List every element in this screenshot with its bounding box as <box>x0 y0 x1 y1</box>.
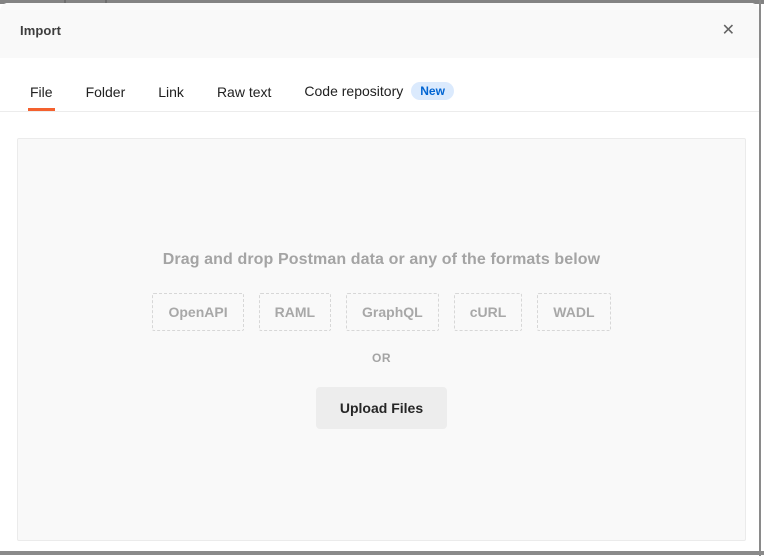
tab-raw-text-label: Raw text <box>217 84 271 100</box>
tab-link-label: Link <box>158 84 184 100</box>
tab-code-repository[interactable]: Code repository New <box>302 82 456 111</box>
tab-file-label: File <box>30 84 53 100</box>
format-chip-raml: RAML <box>259 293 331 331</box>
format-chip-openapi: OpenAPI <box>152 293 243 331</box>
tab-raw-text[interactable]: Raw text <box>215 84 273 111</box>
dialog-title: Import <box>20 23 61 38</box>
upload-files-button[interactable]: Upload Files <box>316 387 447 429</box>
format-chip-graphql: GraphQL <box>346 293 439 331</box>
import-dialog: Import ✕ File Folder Link Raw text Code … <box>0 3 759 551</box>
tab-link[interactable]: Link <box>156 84 186 111</box>
format-chip-row: OpenAPI RAML GraphQL cURL WADL <box>152 293 610 331</box>
file-dropzone[interactable]: Drag and drop Postman data or any of the… <box>17 138 746 541</box>
new-badge: New <box>411 82 454 100</box>
or-separator-label: OR <box>372 351 391 365</box>
background-window-right-edge <box>759 0 761 556</box>
tab-folder-label: Folder <box>86 84 126 100</box>
tab-folder[interactable]: Folder <box>84 84 128 111</box>
format-chip-curl: cURL <box>454 293 523 331</box>
background-window-bottom-edge <box>0 551 764 555</box>
close-icon[interactable]: ✕ <box>718 19 739 43</box>
dialog-header: Import ✕ <box>0 3 759 58</box>
tab-file[interactable]: File <box>28 84 55 111</box>
tab-bar: File Folder Link Raw text Code repositor… <box>0 58 759 112</box>
tab-code-repository-label: Code repository <box>304 83 403 99</box>
format-chip-wadl: WADL <box>537 293 610 331</box>
dropzone-heading: Drag and drop Postman data or any of the… <box>163 251 600 269</box>
